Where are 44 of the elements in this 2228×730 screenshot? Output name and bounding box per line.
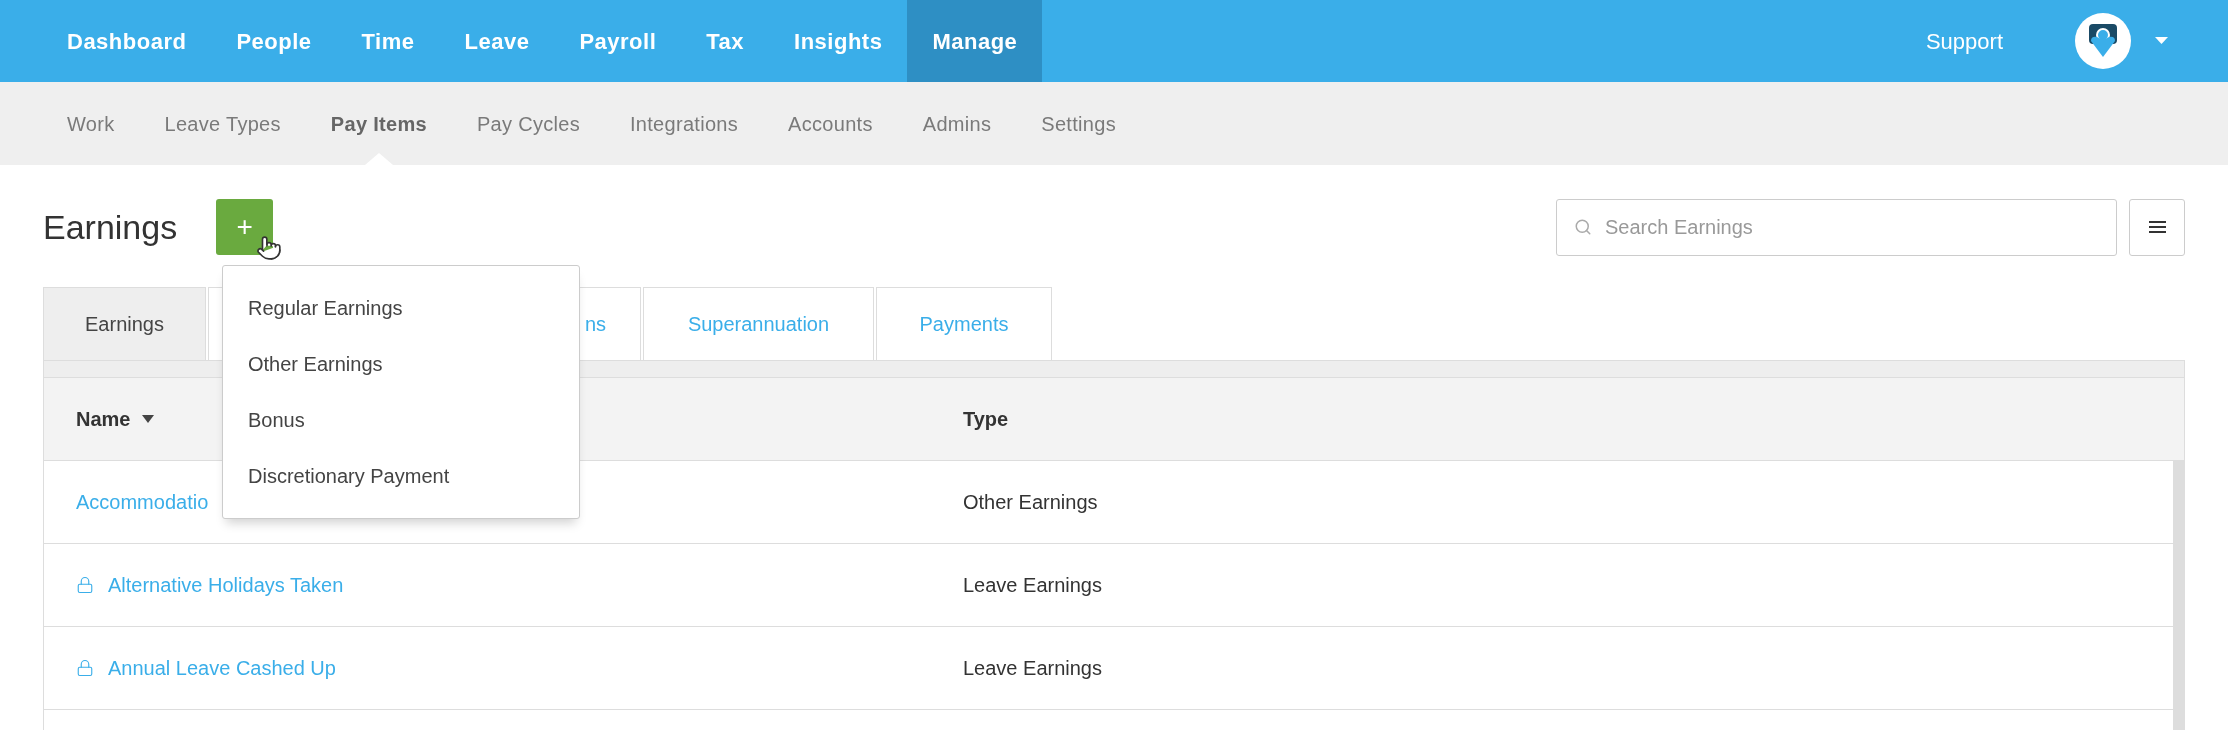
sub-nav-tab[interactable]: Work — [42, 82, 140, 165]
support-link[interactable]: Support — [1925, 0, 2003, 82]
sub-nav-tab[interactable]: Settings — [1016, 82, 1141, 165]
lock-icon — [76, 659, 94, 677]
menu-button[interactable] — [2129, 198, 2185, 256]
page-title: Earnings — [43, 206, 178, 248]
sub-nav-tab[interactable]: Pay Cycles — [451, 82, 605, 165]
earning-name-link[interactable]: Accommodatio — [76, 487, 209, 517]
table-cell-text: Other Earnings — [962, 490, 1098, 515]
search-icon — [1574, 217, 1592, 236]
column-header[interactable]: Type — [963, 404, 1009, 434]
avatar-icon — [2088, 23, 2118, 59]
nav-tab[interactable]: Tax — [681, 0, 770, 82]
menu-item[interactable]: Bonus — [223, 392, 579, 448]
search-field[interactable]: Search Earnings — [1556, 198, 2117, 256]
sub-nav-tab[interactable]: Admins — [897, 82, 1017, 165]
sub-nav-tab[interactable]: Integrations — [605, 82, 764, 165]
add-button[interactable]: + — [216, 199, 274, 255]
table-cell-text: Leave Earnings — [962, 573, 1102, 598]
sub-nav-tab[interactable]: Accounts — [763, 82, 898, 165]
nav-tab[interactable]: Leave — [439, 0, 555, 82]
nav-tab[interactable]: Dashboard — [42, 0, 212, 82]
hand-cursor-icon — [256, 235, 282, 261]
column-header[interactable]: Name — [76, 404, 155, 434]
earning-name-link[interactable]: Annual Leave Cashed Up — [108, 653, 336, 683]
lock-icon — [76, 576, 94, 594]
menu-icon — [2148, 221, 2166, 233]
menu-item[interactable]: Regular Earnings — [223, 280, 579, 336]
tab[interactable]: Payments — [876, 287, 1052, 360]
tab[interactable]: Earnings — [43, 287, 206, 360]
tab[interactable]: Superannuation — [643, 287, 874, 360]
nav-tab[interactable]: People — [211, 0, 337, 82]
caret-icon — [2155, 37, 2168, 45]
nav-tab[interactable]: Payroll — [554, 0, 682, 82]
menu-item[interactable]: Other Earnings — [223, 336, 579, 392]
sub-nav-tab[interactable]: Leave Types — [139, 82, 306, 165]
nav-tab[interactable]: Manage — [907, 0, 1043, 82]
menu-item[interactable]: Discretionary Payment — [223, 448, 579, 504]
sub-nav-tab[interactable]: Pay Items — [305, 82, 452, 165]
nav-tab[interactable]: Time — [336, 0, 440, 82]
scrollbar[interactable] — [2173, 461, 2184, 730]
earning-name-link[interactable]: Alternative Holidays Taken — [108, 570, 344, 600]
nav-tab[interactable]: Insights — [769, 0, 908, 82]
table-cell-text: Leave Earnings — [962, 656, 1102, 681]
